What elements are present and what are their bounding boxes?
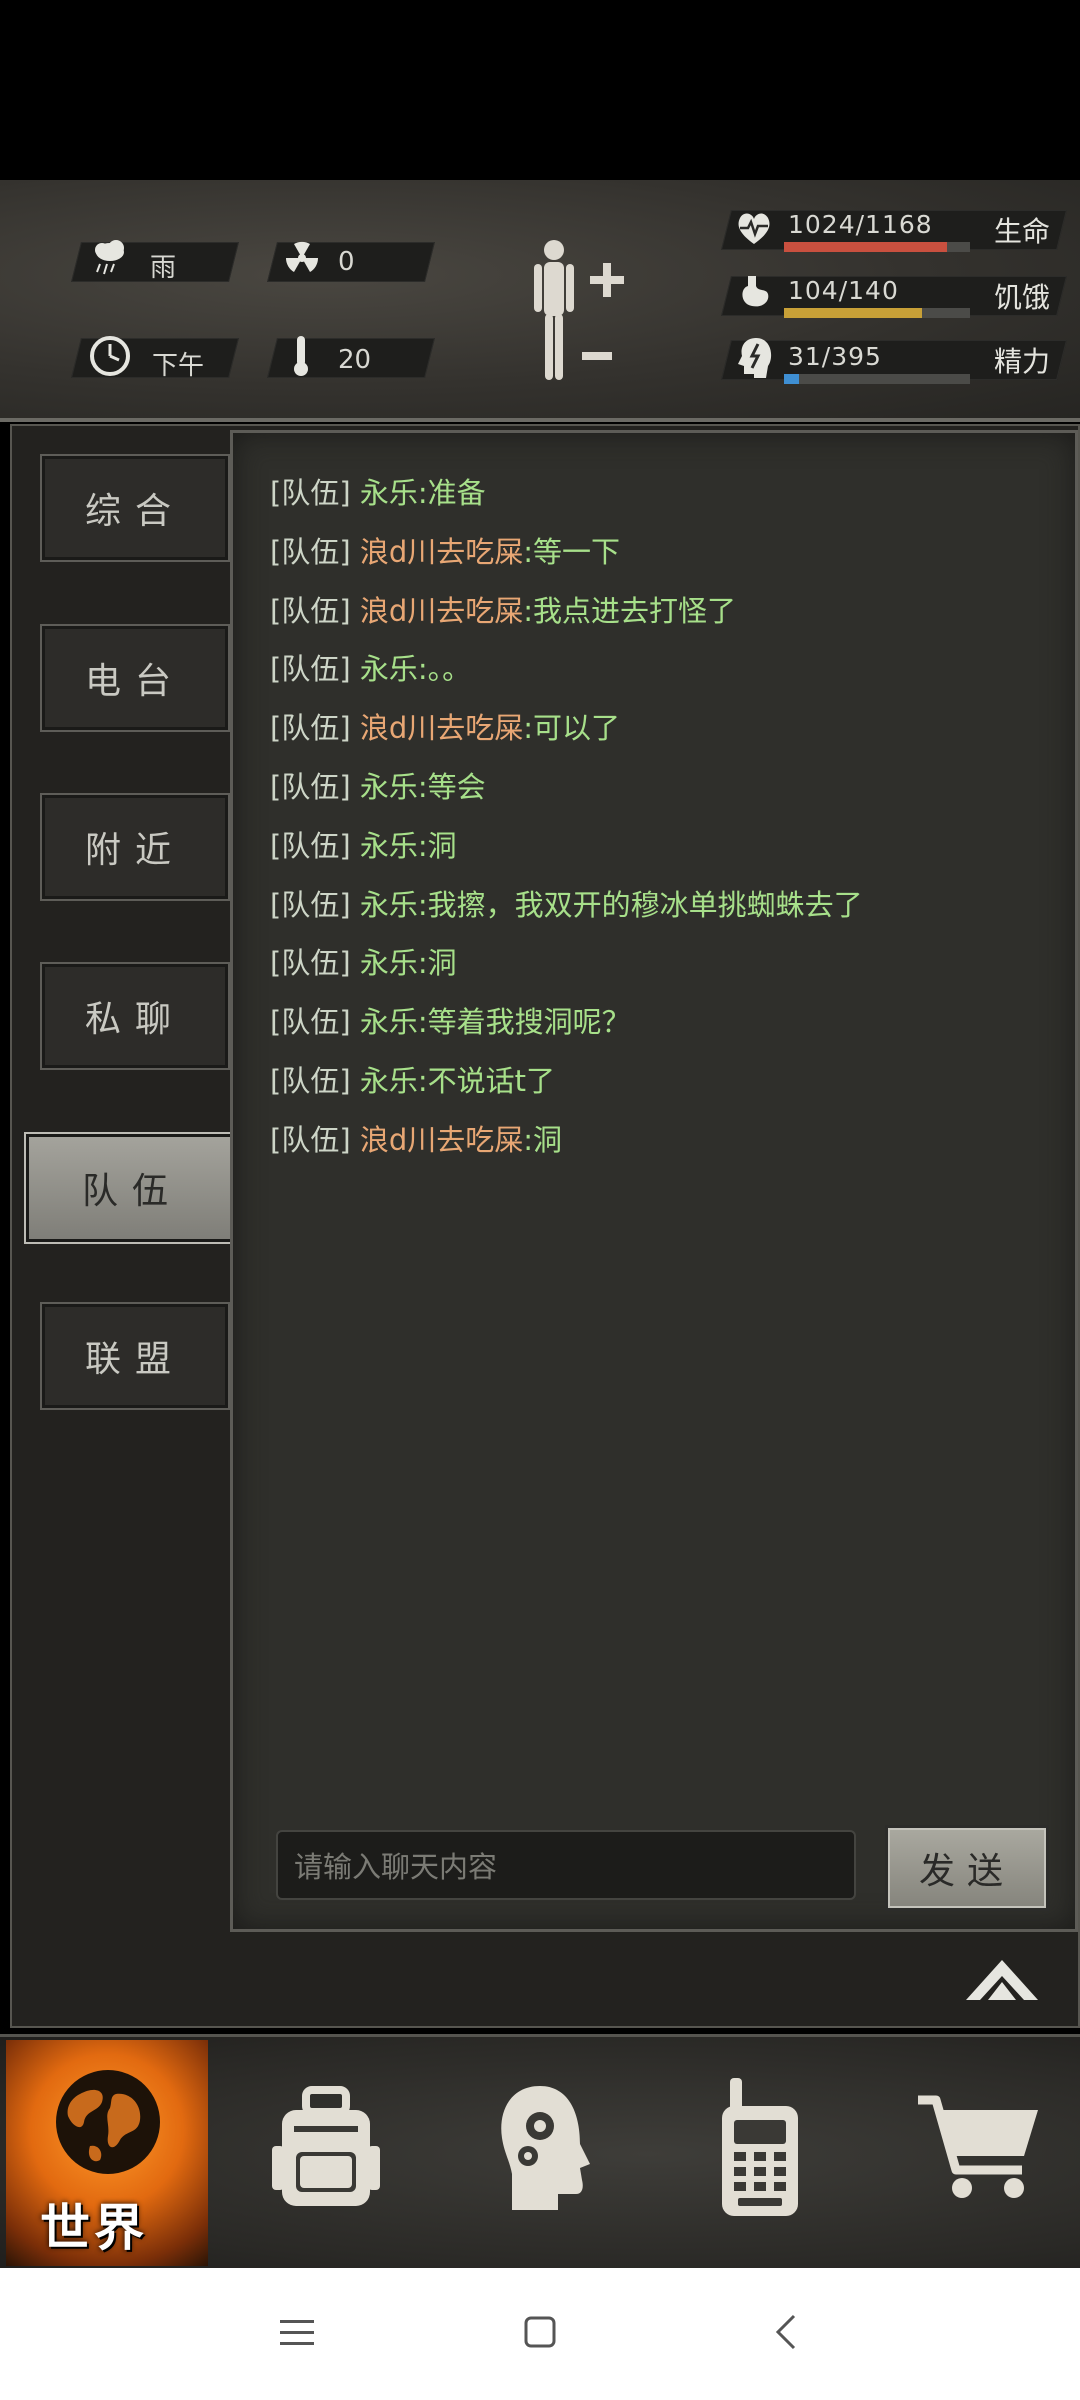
chat-message: [队伍] 永乐:不说话t了 [270,1064,556,1098]
chat-message: [队伍] 浪d川去吃屎:等一下 [270,535,621,569]
home-icon[interactable] [524,2316,556,2348]
walkie-talkie-icon[interactable] [714,2076,806,2218]
hunger-label: 饥饿 [994,281,1051,314]
send-button[interactable]: 发送 [888,1828,1046,1908]
energy-bar-fill [784,374,799,384]
temperature-value: 20 [338,345,372,375]
stomach-icon [742,276,769,307]
energy-value: 31/395 [788,342,882,371]
shopping-cart-icon[interactable] [914,2092,1042,2206]
nav-world-label: 世界 [40,2199,148,2257]
backpack-icon[interactable] [268,2086,384,2210]
hunger-value: 104/140 [788,276,899,305]
time-of-day-text: 下午 [152,351,205,381]
energy-bar [784,374,970,384]
tab-general[interactable]: 综合 [40,454,230,562]
tab-team[interactable]: 队伍 [24,1132,240,1244]
chat-message: [队伍] 永乐:等会 [270,770,486,804]
chat-message: [队伍] 永乐:等着我搜洞呢？ [270,1005,631,1039]
chat-message: [队伍] 永乐:准备 [270,476,486,510]
energy-label: 精力 [994,345,1051,378]
status-header: 雨 0 下午 20 1024/1168 生命 104/140 饥饿 31/395… [0,180,1080,422]
radiation-icon [285,241,319,272]
nav-world[interactable]: 世界 [6,2040,208,2266]
tab-nearby[interactable]: 附近 [40,793,230,901]
health-label: 生命 [994,215,1051,248]
health-bar-fill [784,242,948,252]
tab-private[interactable]: 私聊 [40,962,230,1070]
collapse-chevron-icon[interactable] [964,1956,1040,2006]
chat-input[interactable]: 请输入聊天内容 [276,1830,856,1900]
chat-message: [队伍] 浪d川去吃屎:洞 [270,1123,563,1157]
rain-cloud-icon [95,240,124,275]
chat-input-placeholder: 请输入聊天内容 [294,1850,498,1884]
thermometer-icon [294,336,308,376]
tab-radio[interactable]: 电台 [40,624,230,732]
back-icon[interactable] [774,2314,798,2350]
weather-text: 雨 [150,253,177,283]
chat-message: [队伍] 永乐:洞 [270,946,457,980]
chat-message: [队伍] 浪d川去吃屎:我点进去打怪了 [270,594,737,628]
heart-icon [738,213,770,244]
system-nav-bar [0,2268,1080,2400]
health-value: 1024/1168 [788,210,933,239]
globe-icon [56,2070,160,2174]
hunger-bar [784,308,970,318]
health-bar [784,242,970,252]
energy-head-icon [738,338,772,378]
chat-message: [队伍] 永乐:洞 [270,829,457,863]
hunger-bar-fill [784,308,923,318]
chat-message: [队伍] 永乐:。。 [270,652,472,686]
clock-icon [90,336,130,376]
radiation-value: 0 [338,247,355,277]
chat-message: [队伍] 永乐:我擦，我双开的穆冰单挑蜘蛛去了 [270,888,863,922]
chat-message: [队伍] 浪d川去吃屎:可以了 [270,711,621,745]
body-status-icon[interactable] [524,236,634,386]
tab-alliance[interactable]: 联盟 [40,1302,230,1410]
skills-head-icon[interactable] [494,2082,594,2214]
menu-icon[interactable] [280,2318,314,2348]
